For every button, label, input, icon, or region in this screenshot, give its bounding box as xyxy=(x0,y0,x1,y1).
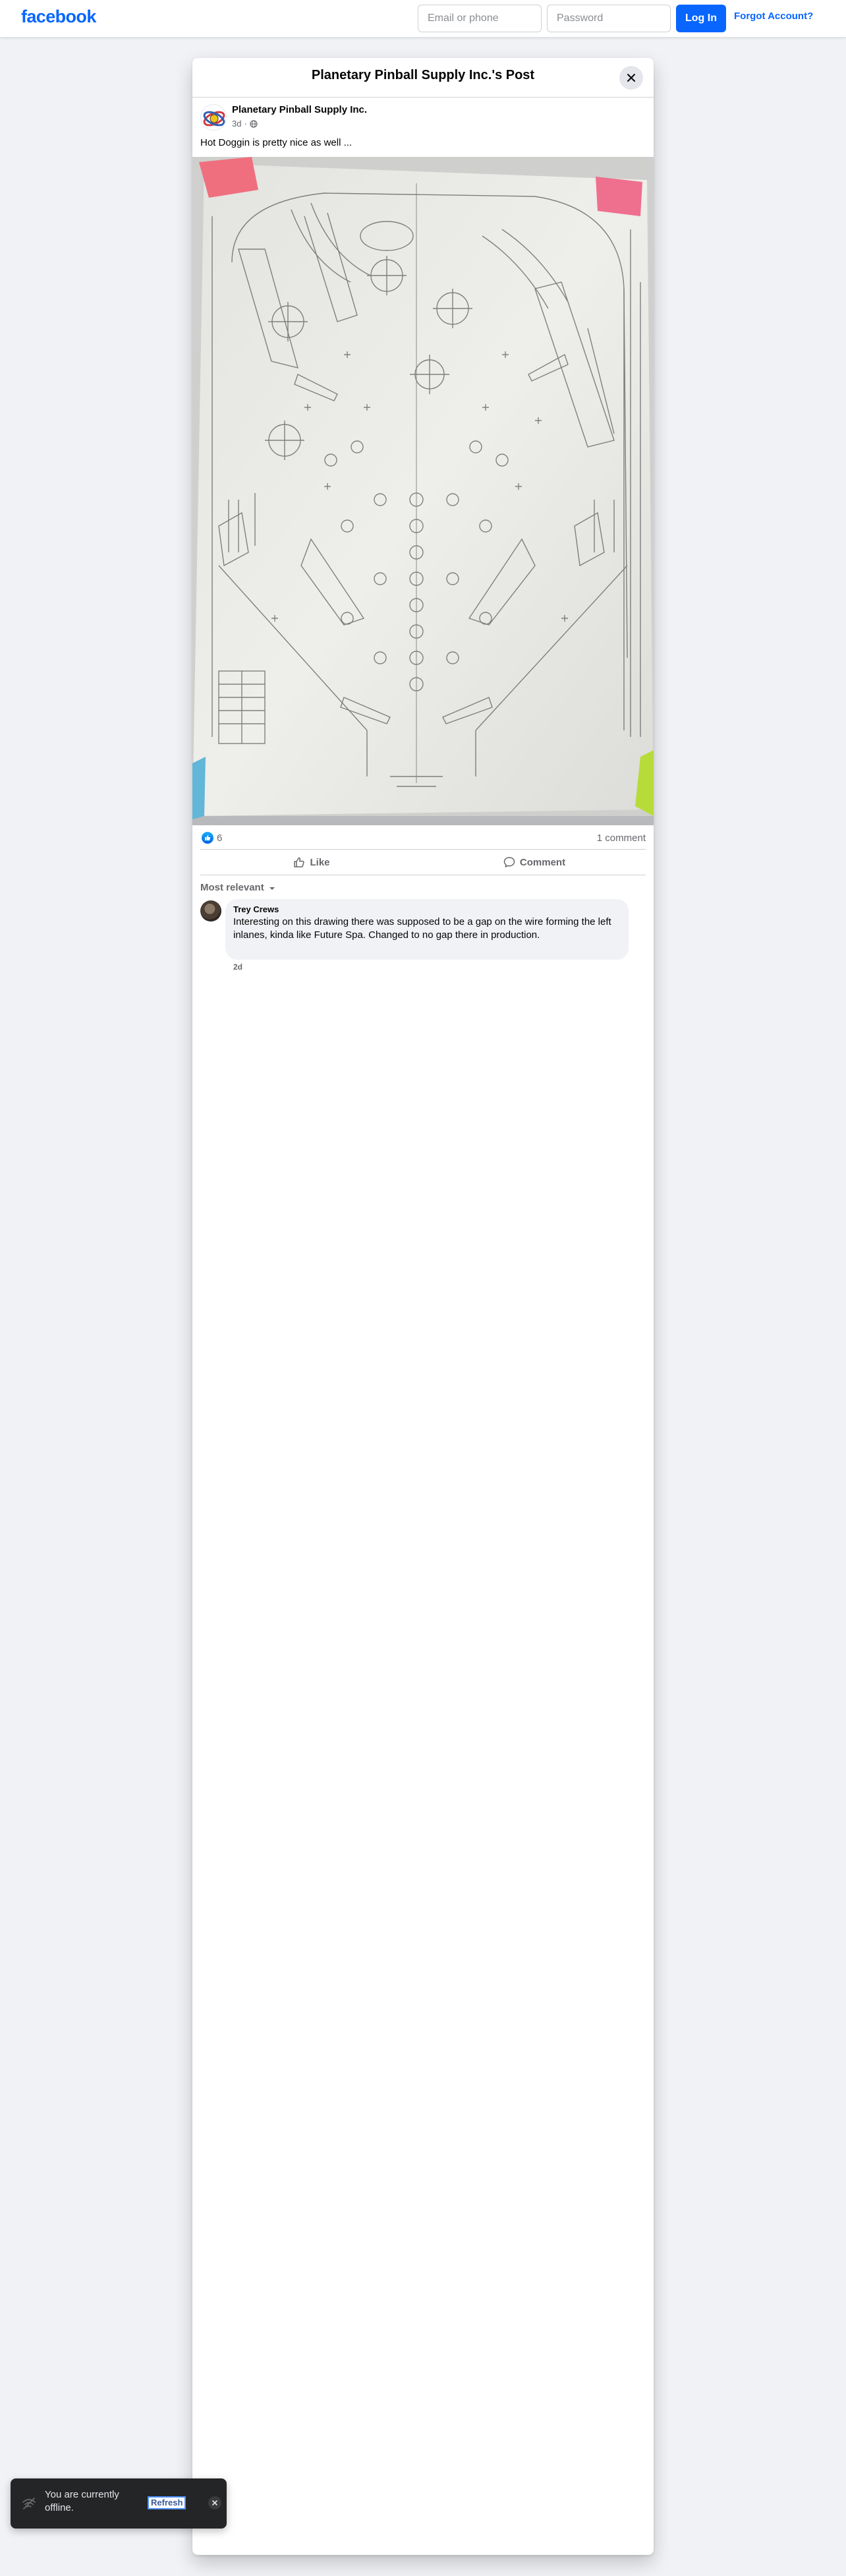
comment-count[interactable]: 1 comment xyxy=(597,833,646,844)
facebook-logo[interactable]: facebook xyxy=(21,7,96,27)
post-header: Planetary Pinball Supply Inc. 3d · xyxy=(192,98,654,134)
toast-close-button[interactable] xyxy=(208,2496,221,2509)
like-label: Like xyxy=(310,856,330,868)
sort-label: Most relevant xyxy=(200,882,264,893)
comment-button[interactable]: Comment xyxy=(423,850,646,875)
comment-item: Trey Crews Interesting on this drawing t… xyxy=(192,899,654,978)
offline-toast: You are currently offline. Refresh xyxy=(11,2478,227,2529)
refresh-link[interactable]: Refresh xyxy=(148,2496,186,2509)
pinball-playfield-drawing-photo xyxy=(192,157,654,825)
post-meta: 3d · xyxy=(232,119,258,129)
post-photo[interactable] xyxy=(192,157,654,825)
reaction-count[interactable]: 6 xyxy=(217,833,222,844)
reactions-row: 6 1 comment xyxy=(192,825,654,849)
dialog-header: Planetary Pinball Supply Inc.'s Post xyxy=(192,58,654,98)
offline-wifi-icon xyxy=(22,2498,36,2509)
comment-sort-dropdown[interactable]: Most relevant xyxy=(192,875,654,899)
comment-time[interactable]: 2d xyxy=(233,962,242,972)
comment-author[interactable]: Trey Crews xyxy=(233,904,621,915)
post-author-name[interactable]: Planetary Pinball Supply Inc. xyxy=(232,104,367,115)
close-icon xyxy=(627,74,635,82)
close-icon xyxy=(212,2500,217,2505)
page-avatar[interactable] xyxy=(200,104,227,131)
post-dialog: Planetary Pinball Supply Inc.'s Post Pla… xyxy=(192,58,654,2555)
comment-bubble: Trey Crews Interesting on this drawing t… xyxy=(225,899,629,960)
globe-icon xyxy=(250,119,258,128)
post-text: Hot Doggin is pretty nice as well ... xyxy=(200,137,352,148)
meta-separator: · xyxy=(244,119,247,129)
comment-label: Comment xyxy=(519,856,566,868)
top-bar: facebook Log In Forgot Account? xyxy=(0,0,846,37)
email-input[interactable] xyxy=(418,5,542,32)
commenter-avatar[interactable] xyxy=(200,900,221,922)
password-input[interactable] xyxy=(547,5,671,32)
comment-icon xyxy=(503,857,515,867)
forgot-account-link[interactable]: Forgot Account? xyxy=(734,11,813,22)
post-time[interactable]: 3d xyxy=(232,119,241,129)
comment-body: Interesting on this drawing there was su… xyxy=(233,916,611,941)
post-actions: Like Comment xyxy=(200,849,646,875)
offline-message: You are currently offline. xyxy=(45,2489,119,2513)
like-reaction-icon[interactable] xyxy=(202,832,213,844)
caret-down-icon xyxy=(269,887,275,890)
thumbs-up-icon xyxy=(294,857,305,867)
like-button[interactable]: Like xyxy=(200,850,423,875)
close-button[interactable] xyxy=(619,66,643,90)
login-button[interactable]: Log In xyxy=(676,5,726,32)
dialog-title: Planetary Pinball Supply Inc.'s Post xyxy=(311,68,535,82)
